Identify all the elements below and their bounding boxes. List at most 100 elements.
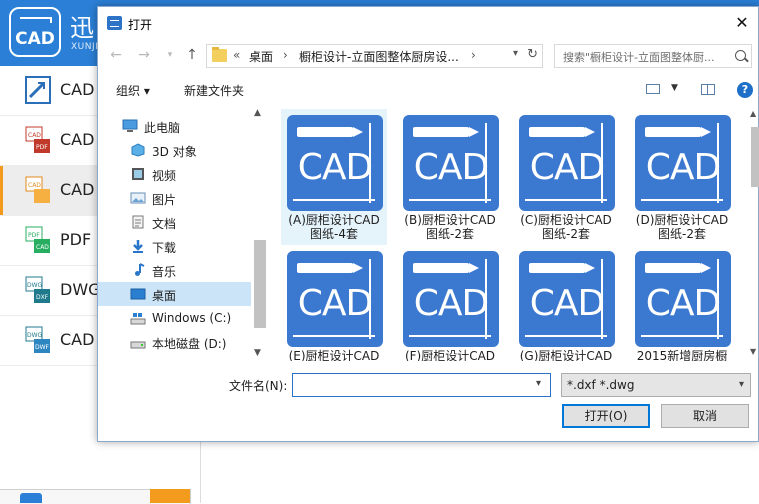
- dialog-toolbar: 组织 ▾ 新建文件夹 ▼ ?: [98, 78, 758, 102]
- svg-text:DWG: DWG: [27, 332, 43, 339]
- local-disk-icon: [130, 341, 146, 349]
- cad-file-icon: CAD: [403, 115, 499, 211]
- tree-label: 下载: [152, 241, 177, 255]
- tree-item-downloads[interactable]: 下载: [98, 234, 251, 258]
- svg-text:DWF: DWF: [35, 344, 50, 351]
- file-item[interactable]: CAD (A)厨柜设计CAD 图纸-4套: [281, 109, 387, 245]
- filetype-value: *.dxf *.dwg: [567, 378, 635, 392]
- file-name: (B)厨柜设计CAD 图纸-2套: [404, 213, 496, 241]
- tree-item-videos[interactable]: 视频: [98, 162, 251, 186]
- up-arrow-icon[interactable]: ↑: [182, 46, 202, 64]
- file-item[interactable]: CAD (E)厨柜设计CAD: [281, 245, 387, 361]
- tree-item-documents[interactable]: 文档: [98, 210, 251, 234]
- sidebar-label: CAD: [60, 80, 95, 99]
- file-list-scrollbar[interactable]: ▲ ▼: [750, 107, 759, 362]
- breadcrumb-overflow[interactable]: «: [233, 48, 240, 62]
- breadcrumb-desktop[interactable]: 桌面: [249, 48, 273, 65]
- scroll-up-icon[interactable]: ▲: [750, 109, 756, 118]
- svg-text:PDF: PDF: [28, 232, 40, 239]
- recent-dropdown-icon[interactable]: ▾: [160, 46, 180, 64]
- forward-arrow-icon[interactable]: →: [134, 46, 154, 64]
- scroll-down-icon[interactable]: ▼: [750, 347, 756, 356]
- search-icon[interactable]: [735, 50, 746, 61]
- close-button[interactable]: ✕: [730, 11, 754, 35]
- search-box[interactable]: 搜索"橱柜设计-立面图整体厨...: [554, 44, 752, 68]
- tree-item-windows-c[interactable]: Windows (C:): [98, 306, 251, 330]
- file-item[interactable]: CAD (B)厨柜设计CAD 图纸-2套: [397, 109, 503, 245]
- organize-button[interactable]: 组织 ▾: [116, 82, 150, 99]
- tree-label: 视频: [152, 169, 177, 183]
- filename-input[interactable]: [292, 373, 551, 397]
- cad-file-icon: CAD: [519, 115, 615, 211]
- cad-file-icon: CAD: [287, 115, 383, 211]
- windows-drive-icon: [130, 313, 146, 325]
- open-file-dialog: 打开 ✕ ← → ▾ ↑ « 桌面 › 橱柜设计-立面图整体厨房设... › ▾…: [97, 6, 759, 442]
- svg-text:DXF: DXF: [36, 294, 49, 301]
- breadcrumb-separator[interactable]: ›: [283, 48, 288, 62]
- documents-icon: [132, 215, 144, 229]
- dialog-titlebar[interactable]: 打开 ✕: [98, 7, 758, 39]
- navigation-bar: ← → ▾ ↑ « 桌面 › 橱柜设计-立面图整体厨房设... › ▾ ↻ 搜索…: [98, 40, 758, 70]
- dialog-app-icon: [107, 16, 122, 30]
- sidebar-label: CAD: [60, 180, 95, 199]
- tree-item-desktop[interactable]: 桌面: [98, 282, 251, 306]
- view-dropdown-icon[interactable]: ▼: [671, 83, 678, 93]
- scrollbar-thumb[interactable]: [751, 127, 759, 187]
- cad-to-image-icon: CAD: [25, 176, 50, 203]
- file-item[interactable]: CAD (F)厨柜设计CAD: [397, 245, 503, 361]
- pdf-to-cad-icon: PDF CAD: [25, 226, 50, 253]
- new-folder-button[interactable]: 新建文件夹: [184, 82, 244, 99]
- desktop-icon: [130, 288, 146, 300]
- tree-item-3d-objects[interactable]: 3D 对象: [98, 138, 251, 162]
- dialog-title: 打开: [128, 18, 153, 32]
- file-list: CAD (A)厨柜设计CAD 图纸-4套 CAD (B)厨柜设计CAD 图纸-2套 …: [281, 109, 743, 361]
- tree-item-local-disk-d[interactable]: 本地磁盘 (D:): [98, 330, 251, 354]
- cancel-button[interactable]: 取消: [661, 404, 749, 428]
- tree-label: 图片: [152, 193, 177, 207]
- tree-item-music[interactable]: 音乐: [98, 258, 251, 282]
- address-dropdown-icon[interactable]: ▾: [513, 48, 518, 59]
- tree-item-this-pc[interactable]: 此电脑: [98, 114, 251, 138]
- open-button[interactable]: 打开(O): [562, 404, 650, 428]
- tree-label: 文档: [152, 217, 177, 231]
- breadcrumb-current-folder[interactable]: 橱柜设计-立面图整体厨房设...: [299, 48, 459, 65]
- search-placeholder: 搜索"橱柜设计-立面图整体厨...: [563, 51, 715, 64]
- filetype-select[interactable]: *.dxf *.dwg ▾: [561, 373, 751, 397]
- file-name: (G)厨柜设计CAD: [519, 349, 613, 361]
- address-bar[interactable]: « 桌面 › 橱柜设计-立面图整体厨房设... › ▾ ↻: [206, 44, 543, 68]
- filename-dropdown-icon[interactable]: ▾: [536, 378, 541, 389]
- svg-text:CAD: CAD: [28, 132, 41, 139]
- tree-scroll-down-icon[interactable]: ▼: [254, 348, 261, 358]
- file-item[interactable]: CAD (G)厨柜设计CAD: [513, 245, 619, 361]
- tree-item-pictures[interactable]: 图片: [98, 186, 251, 210]
- app-name: 迅: [70, 14, 94, 42]
- file-item[interactable]: CAD 2015新增厨房橱: [629, 245, 735, 361]
- breadcrumb-separator[interactable]: ›: [471, 48, 476, 62]
- dwg-to-dwf-icon: DWG DWF: [25, 326, 50, 353]
- file-item[interactable]: CAD (C)厨柜设计CAD 图纸-2套: [513, 109, 619, 245]
- filename-label: 文件名(N):: [229, 379, 288, 393]
- cad-file-icon: CAD: [635, 251, 731, 347]
- tree-label: 3D 对象: [152, 145, 197, 159]
- app-subtitle: XUNJI: [71, 42, 99, 52]
- tree-label: 桌面: [152, 289, 177, 303]
- svg-text:CAD: CAD: [36, 244, 49, 251]
- app-bottom-icon: [20, 493, 42, 503]
- file-item[interactable]: CAD (D)厨柜设计CAD 图纸-2套: [629, 109, 735, 245]
- tree-label: 此电脑: [144, 121, 181, 135]
- refresh-icon[interactable]: ↻: [527, 47, 538, 62]
- svg-text:PDF: PDF: [36, 144, 48, 151]
- cad-file-icon: CAD: [287, 251, 383, 347]
- music-icon: [135, 263, 145, 276]
- view-mode-icon[interactable]: [646, 84, 660, 94]
- sidebar-label: DWG: [60, 280, 101, 299]
- tree-scroll-up-icon[interactable]: ▲: [254, 108, 261, 118]
- download-icon: [133, 240, 143, 253]
- cad-file-icon: CAD: [519, 251, 615, 347]
- file-name: (E)厨柜设计CAD: [288, 349, 380, 361]
- back-arrow-icon[interactable]: ←: [106, 46, 126, 64]
- preview-pane-icon[interactable]: [701, 84, 715, 95]
- 3d-objects-icon: [131, 143, 145, 157]
- tree-scrollbar-thumb[interactable]: [254, 240, 266, 328]
- help-icon[interactable]: ?: [737, 82, 753, 98]
